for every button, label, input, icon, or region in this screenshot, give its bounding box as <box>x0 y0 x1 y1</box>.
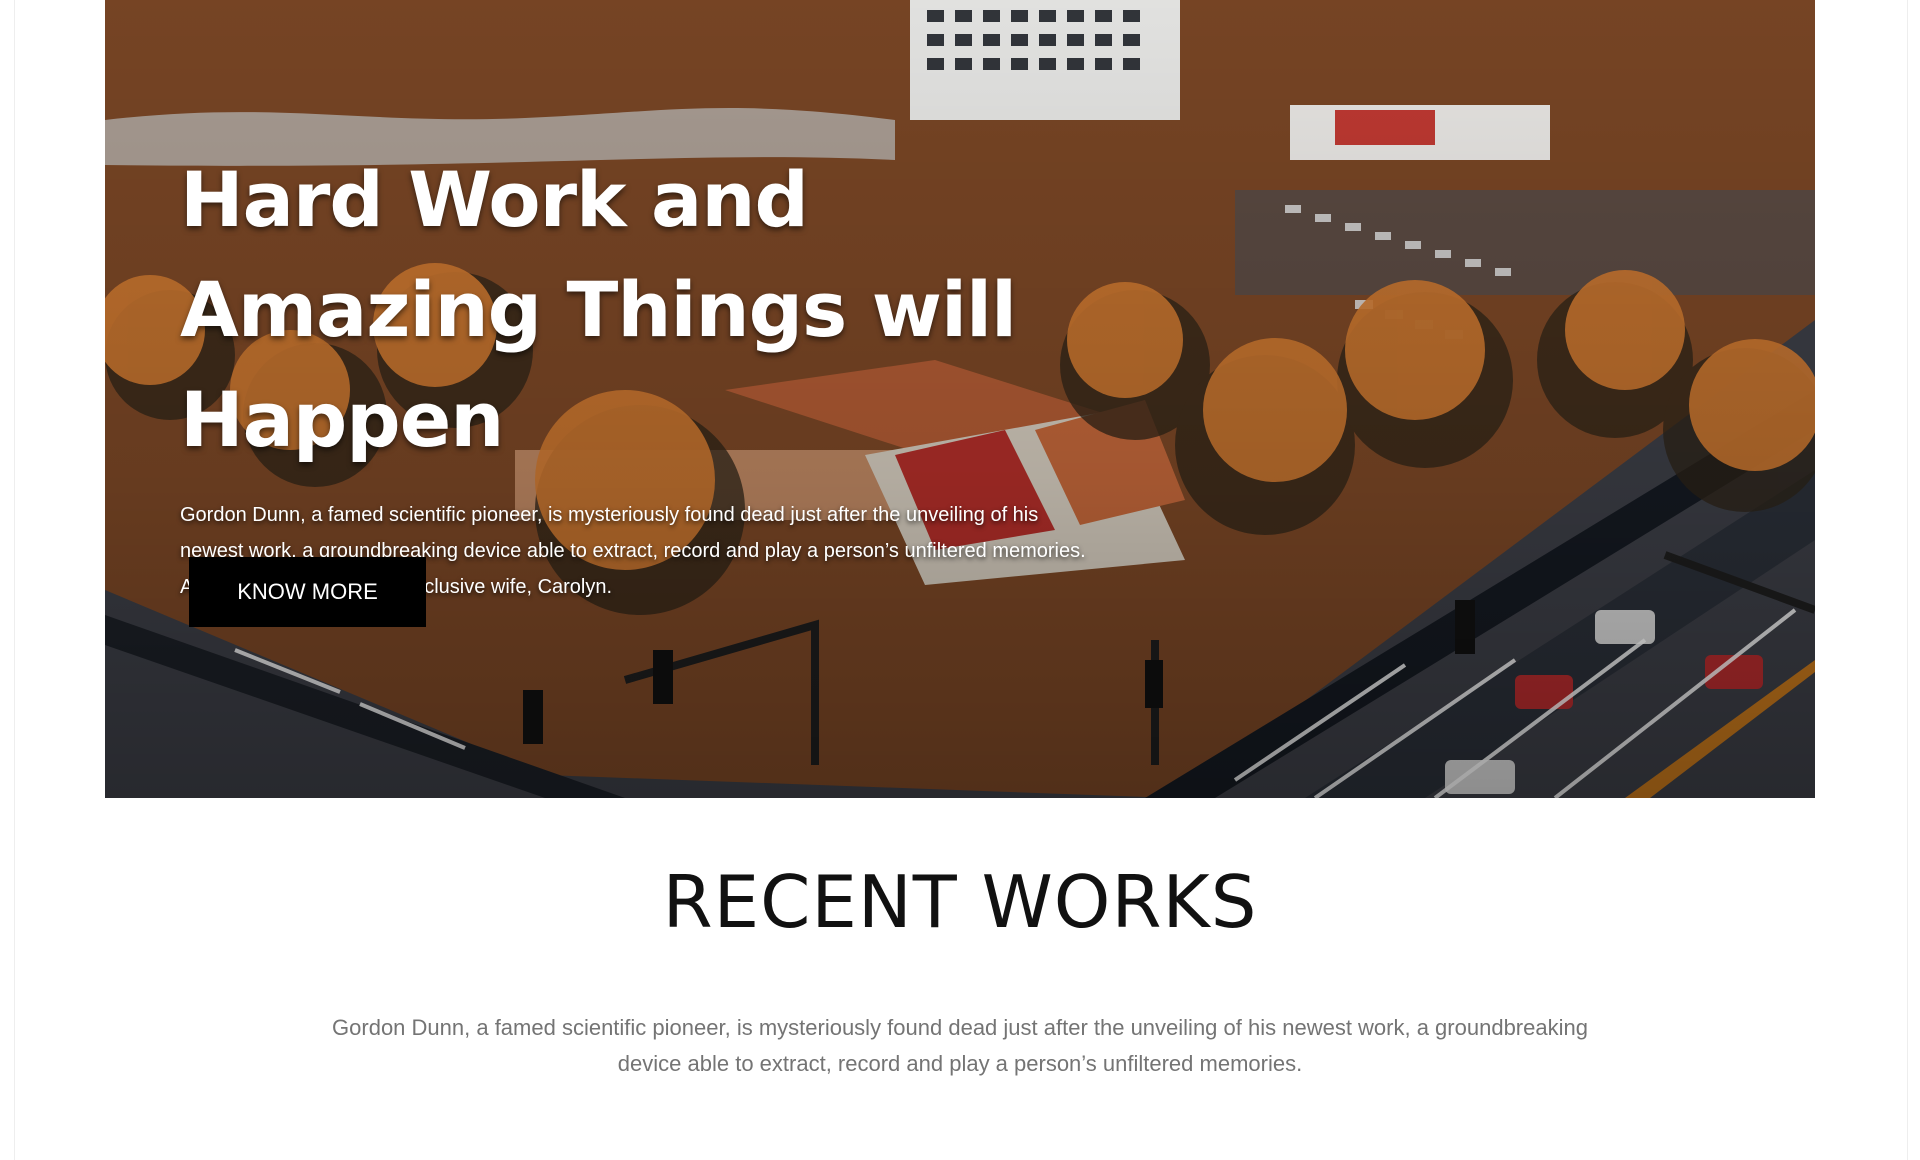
hero-title: Hard Work and Amazing Things will Happen <box>180 155 1017 464</box>
hero-section: Hard Work and Amazing Things will Happen… <box>105 0 1815 798</box>
recent-works-title: RECENT WORKS <box>662 860 1258 944</box>
hero-content: Hard Work and Amazing Things will Happen… <box>180 145 1230 605</box>
recent-works-description: Gordon Dunn, a famed scientific pioneer,… <box>332 1015 1588 1076</box>
know-more-button[interactable]: KNOW MORE <box>189 557 426 627</box>
